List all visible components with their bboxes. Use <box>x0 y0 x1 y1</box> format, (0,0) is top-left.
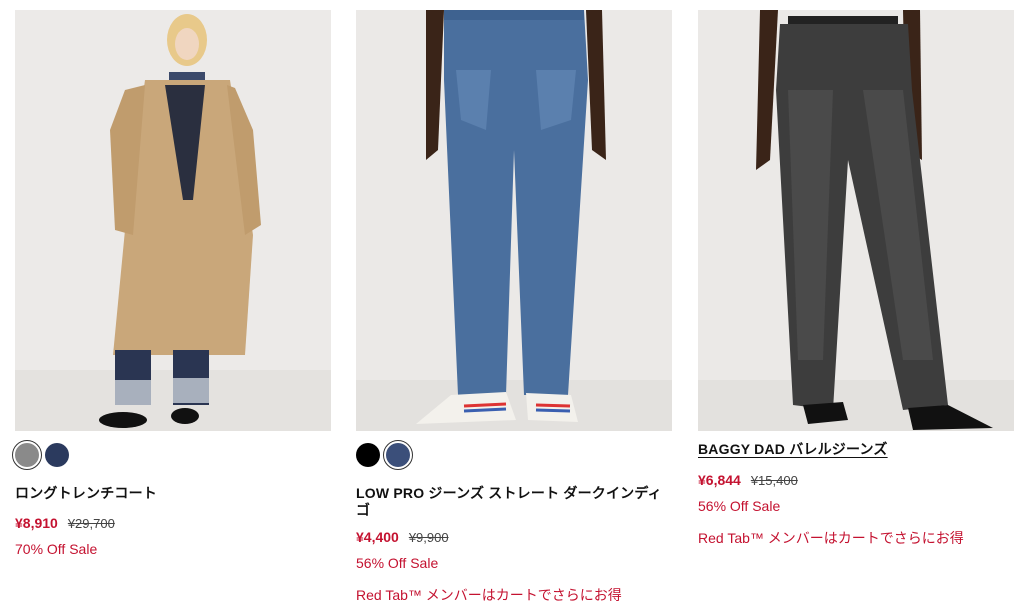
color-swatches <box>12 440 331 470</box>
sale-label: 56% Off Sale <box>698 498 781 514</box>
product-title[interactable]: LOW PRO ジーンズ ストレート ダークインディゴ <box>356 485 666 519</box>
color-swatch-navy[interactable] <box>45 443 69 467</box>
product-title[interactable]: ロングトレンチコート <box>15 485 331 502</box>
original-price: ¥15,400 <box>750 473 798 488</box>
product-grid: ロングトレンチコート ¥8,910 ¥29,700 70% Off Sale L… <box>0 0 1024 616</box>
product-image-baggy-dad-jeans[interactable] <box>698 10 1014 431</box>
sale-price: ¥4,400 <box>356 529 399 545</box>
member-promo: Red Tab™ メンバーはカートでさらにお得 <box>698 530 964 546</box>
product-image-trench-coat[interactable] <box>15 10 331 431</box>
sale-price: ¥6,844 <box>698 472 741 488</box>
product-card-trench-coat[interactable]: ロングトレンチコート ¥8,910 ¥29,700 70% Off Sale <box>12 10 331 557</box>
color-swatch-grey[interactable] <box>12 440 42 470</box>
sale-label: 56% Off Sale <box>356 555 439 571</box>
barrel-jeans-photo <box>698 10 1014 431</box>
price-row: ¥8,910 ¥29,700 <box>15 515 331 531</box>
color-swatches <box>356 440 672 470</box>
sale-label: 70% Off Sale <box>15 541 98 557</box>
color-swatch-dark-indigo[interactable] <box>383 440 413 470</box>
straight-jeans-photo <box>356 10 672 431</box>
original-price: ¥29,700 <box>67 516 115 531</box>
price-row: ¥4,400 ¥9,900 <box>356 529 672 545</box>
product-card-low-pro-jeans[interactable]: LOW PRO ジーンズ ストレート ダークインディゴ ¥4,400 ¥9,90… <box>356 10 672 605</box>
trench-coat-photo <box>15 10 331 431</box>
original-price: ¥9,900 <box>408 530 449 545</box>
member-promo: Red Tab™ メンバーはカートでさらにお得 <box>356 587 622 603</box>
product-card-baggy-dad-jeans[interactable]: BAGGY DAD バレルジーンズ ¥6,844 ¥15,400 56% Off… <box>698 10 1014 548</box>
color-swatch-black[interactable] <box>356 443 380 467</box>
product-title[interactable]: BAGGY DAD バレルジーンズ <box>698 441 1014 458</box>
price-row: ¥6,844 ¥15,400 <box>698 472 1014 488</box>
sale-price: ¥8,910 <box>15 515 58 531</box>
product-image-low-pro-jeans[interactable] <box>356 10 672 431</box>
